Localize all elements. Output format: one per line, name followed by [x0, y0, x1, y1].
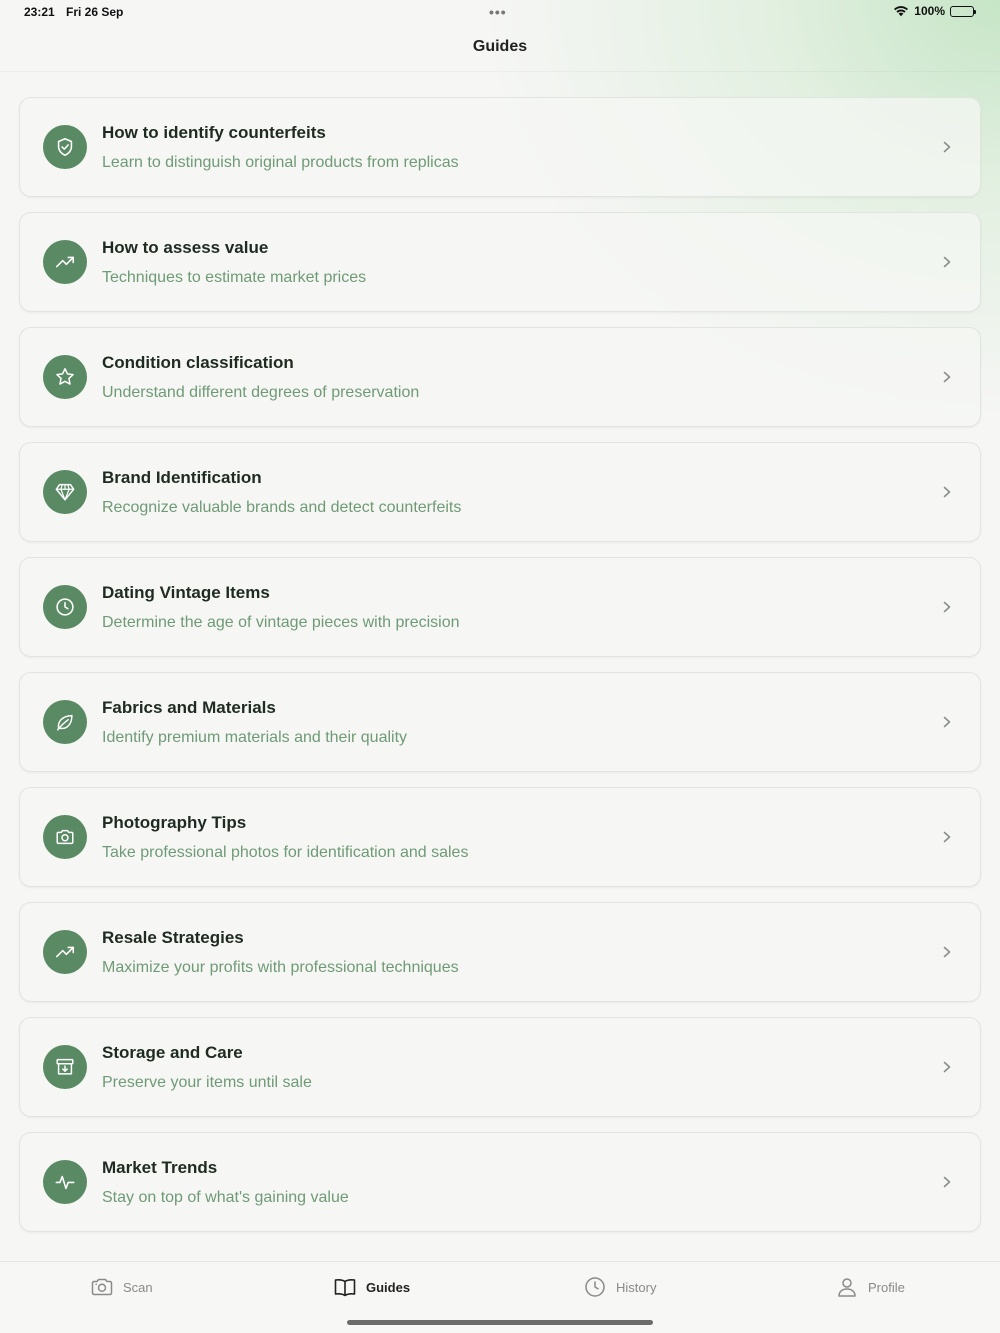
star-icon	[43, 355, 87, 399]
status-date: Fri 26 Sep	[66, 5, 124, 19]
archive-icon	[43, 1045, 87, 1089]
status-bar: 23:21 Fri 26 Sep ••• 100%	[0, 0, 1000, 24]
user-icon	[838, 1278, 856, 1297]
header-divider	[0, 71, 1000, 72]
guide-card[interactable]: How to identify counterfeits Learn to dis…	[19, 97, 981, 197]
guide-card[interactable]: How to assess value Techniques to estimat…	[19, 212, 981, 312]
chevron-right-icon	[943, 716, 951, 728]
home-indicator[interactable]	[347, 1320, 653, 1325]
guide-title: Resale Strategies	[102, 928, 244, 947]
book-open-icon	[334, 1278, 356, 1297]
chevron-right-icon	[943, 371, 951, 383]
guide-subtitle: Recognize valuable brands and detect cou…	[102, 499, 462, 516]
guide-title: Market Trends	[102, 1158, 218, 1177]
guide-subtitle: Preserve your items until sale	[102, 1074, 312, 1091]
camera-icon	[43, 815, 87, 859]
battery-percent: 100%	[914, 4, 945, 18]
tab-label: Guides	[366, 1279, 411, 1295]
guide-card[interactable]: Dating Vintage Items Determine the age of…	[19, 557, 981, 657]
guide-list: How to identify counterfeits Learn to dis…	[19, 97, 981, 1247]
guide-subtitle: Maximize your profits with professional …	[102, 959, 459, 976]
shield-check-icon	[43, 125, 87, 169]
guide-card[interactable]: Storage and Care Preserve your items unti…	[19, 1017, 981, 1117]
diamond-icon	[43, 470, 87, 514]
guide-card[interactable]: Fabrics and Materials Identify premium ma…	[19, 672, 981, 772]
guide-title: Storage and Care	[102, 1043, 243, 1062]
guide-title: Condition classification	[102, 353, 294, 372]
guide-title: How to identify counterfeits	[102, 123, 326, 142]
chevron-right-icon	[943, 831, 951, 843]
tab-history[interactable]: History	[583, 1274, 656, 1300]
guide-title: How to assess value	[102, 238, 269, 257]
guide-title: Dating Vintage Items	[102, 583, 270, 602]
chevron-right-icon	[943, 601, 951, 613]
tab-label: History	[616, 1279, 657, 1295]
trending-up-icon	[43, 240, 87, 284]
guide-card[interactable]: Resale Strategies Maximize your profits w…	[19, 902, 981, 1002]
guide-card[interactable]: Photography Tips Take professional photos…	[19, 787, 981, 887]
status-time: 23:21	[24, 5, 55, 19]
guide-title: Photography Tips	[102, 813, 247, 832]
camera-icon	[91, 1278, 113, 1296]
activity-icon	[43, 1160, 87, 1204]
page-title: Guides	[472, 38, 528, 55]
leaf-icon	[43, 700, 87, 744]
guide-card[interactable]: Condition classification Understand diffe…	[19, 327, 981, 427]
multitasking-dots[interactable]: •••	[489, 4, 507, 20]
clock-icon	[43, 585, 87, 629]
chevron-right-icon	[943, 1061, 951, 1073]
guide-title: Brand Identification	[102, 468, 262, 487]
guide-subtitle: Take professional photos for identificat…	[102, 844, 469, 861]
trending-up-icon	[43, 930, 87, 974]
status-right: 100%	[893, 4, 976, 18]
tab-label: Scan	[123, 1279, 153, 1295]
guide-subtitle: Stay on top of what's gaining value	[102, 1189, 349, 1206]
tab-label: Profile	[868, 1279, 905, 1295]
guide-subtitle: Learn to distinguish original products f…	[102, 154, 459, 171]
chevron-right-icon	[943, 486, 951, 498]
tab-profile[interactable]: Profile	[835, 1274, 905, 1300]
guide-subtitle: Techniques to estimate market prices	[102, 269, 367, 286]
chevron-right-icon	[943, 141, 951, 153]
guide-subtitle: Identify premium materials and their qua…	[102, 729, 408, 746]
tab-guides[interactable]: Guides	[333, 1274, 410, 1300]
clock-icon	[585, 1277, 605, 1297]
wifi-icon	[894, 6, 909, 17]
guide-card[interactable]: Brand Identification Recognize valuable b…	[19, 442, 981, 542]
guide-subtitle: Understand different degrees of preserva…	[102, 384, 420, 401]
tab-scan[interactable]: Scan	[90, 1274, 153, 1300]
guide-title: Fabrics and Materials	[102, 698, 276, 717]
chevron-right-icon	[943, 256, 951, 268]
chevron-right-icon	[943, 946, 951, 958]
battery-icon	[950, 5, 976, 17]
guide-subtitle: Determine the age of vintage pieces with…	[102, 614, 460, 631]
guide-card[interactable]: Market Trends Stay on top of what's gaini…	[19, 1132, 981, 1232]
chevron-right-icon	[943, 1176, 951, 1188]
